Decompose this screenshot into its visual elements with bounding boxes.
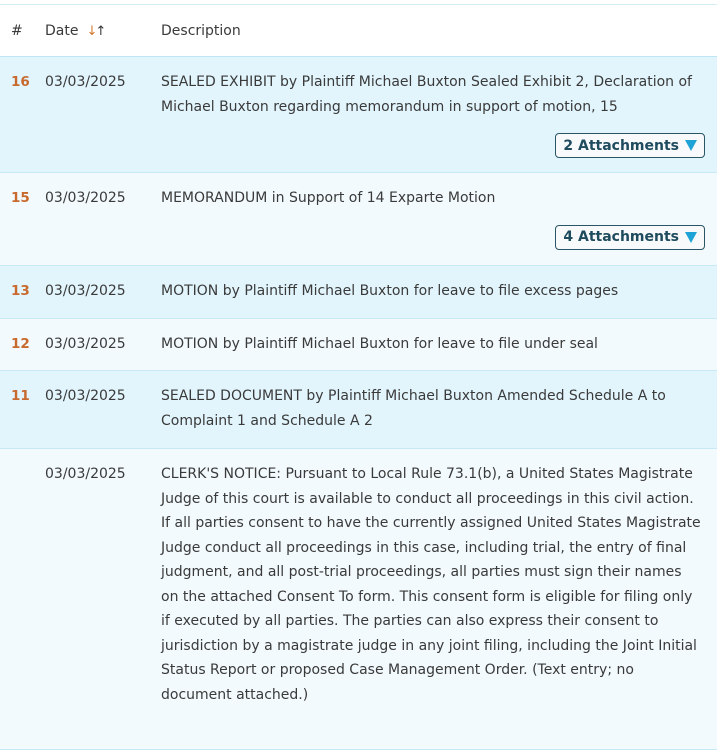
entry-description: MOTION by Plaintiff Michael Buxton for l… — [161, 336, 598, 352]
table-row: 13 03/03/2025 MOTION by Plaintiff Michae… — [0, 266, 717, 319]
entry-description: SEALED DOCUMENT by Plaintiff Michael Bux… — [161, 388, 666, 429]
entry-number — [0, 449, 38, 749]
attachments-label: 2 Attachments — [563, 137, 679, 154]
entry-date: 03/03/2025 — [45, 283, 126, 299]
attachments-button[interactable]: 4 Attachments — [555, 224, 705, 250]
entry-date: 03/03/2025 — [45, 336, 126, 352]
entry-date: 03/03/2025 — [45, 466, 126, 482]
entry-description: CLERK'S NOTICE: Pursuant to Local Rule 7… — [161, 466, 701, 703]
entry-number[interactable]: 13 — [0, 266, 38, 318]
entry-date: 03/03/2025 — [45, 74, 126, 90]
table-row: 12 03/03/2025 MOTION by Plaintiff Michae… — [0, 319, 717, 371]
docket-table: # Date ↓↑ Description 16 03/03/2025 SEALE… — [0, 4, 717, 750]
header-date[interactable]: Date ↓↑ — [38, 23, 151, 39]
entry-number[interactable]: 16 — [0, 57, 38, 172]
entry-number[interactable]: 11 — [0, 371, 38, 448]
caret-down-icon — [685, 140, 697, 151]
sort-icon[interactable]: ↓↑ — [86, 24, 106, 39]
entry-description: SEALED EXHIBIT by Plaintiff Michael Buxt… — [161, 74, 692, 115]
header-date-label: Date — [45, 22, 79, 39]
header-num: # — [11, 22, 23, 39]
entry-description: MOTION by Plaintiff Michael Buxton for l… — [161, 283, 619, 299]
header-description: Description — [161, 22, 241, 39]
entry-date: 03/03/2025 — [45, 388, 126, 404]
entry-date: 03/03/2025 — [45, 190, 126, 206]
entry-number[interactable]: 12 — [0, 319, 38, 370]
attachments-label: 4 Attachments — [563, 229, 679, 245]
table-row: 11 03/03/2025 SEALED DOCUMENT by Plainti… — [0, 371, 717, 449]
caret-down-icon — [685, 231, 697, 243]
entry-number[interactable]: 15 — [0, 173, 38, 265]
attachments-button[interactable]: 2 Attachments — [555, 133, 705, 158]
table-row: 15 03/03/2025 MEMORANDUM in Support of 1… — [0, 173, 717, 266]
table-header: # Date ↓↑ Description — [0, 5, 717, 57]
table-row: 16 03/03/2025 SEALED EXHIBIT by Plaintif… — [0, 57, 717, 173]
table-row: 03/03/2025 CLERK'S NOTICE: Pursuant to L… — [0, 449, 717, 750]
entry-description: MEMORANDUM in Support of 14 Exparte Moti… — [161, 190, 496, 206]
